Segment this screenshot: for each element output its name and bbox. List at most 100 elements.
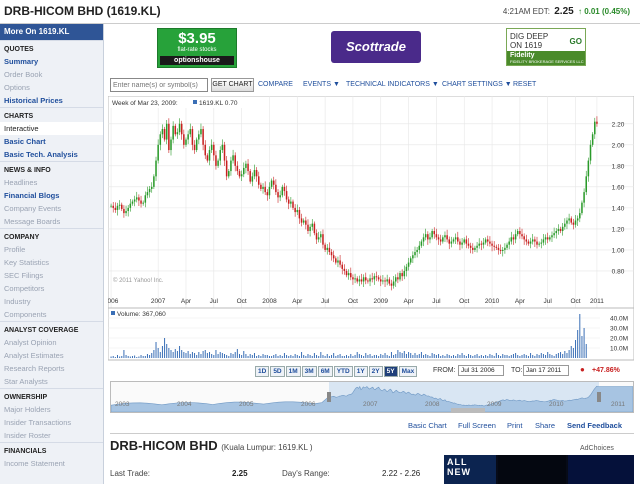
candle-body [531,239,534,242]
scottrade-ad[interactable]: Scottrade [331,31,421,63]
volume-bar [226,355,228,358]
volume-bar [568,350,570,358]
candle-body [332,255,335,259]
sidebar-item[interactable]: Financial Blogs [0,189,103,202]
candle-body [127,207,129,212]
sidebar-item[interactable]: Options [0,81,103,94]
bottom-ad[interactable]: ALL NEW [444,455,634,484]
events-menu[interactable]: EVENTS ▼ [303,81,340,88]
sidebar-item[interactable]: Order Book [0,68,103,81]
volume-bar [440,356,442,358]
volume-bar [538,355,540,358]
candle-body [138,197,140,201]
sidebar-item[interactable]: Headlines [0,176,103,189]
range-navigator[interactable]: 2003 2004 2005 2006 2007 2008 2009 2010 2011 [110,381,634,413]
chart-settings-menu[interactable]: CHART SETTINGS ▼ [442,81,512,88]
range-button[interactable]: 2Y [368,366,383,377]
sidebar-item[interactable]: Competitors [0,282,103,295]
sidebar-item[interactable]: Message Boards [0,215,103,228]
share-link[interactable]: Share [535,421,555,430]
sidebar-item[interactable]: Research Reports [0,362,103,375]
left-handle[interactable] [327,392,331,402]
sidebar-item[interactable]: SEC Filings [0,269,103,282]
sidebar-item[interactable]: Analyst Estimates [0,349,103,362]
range-button[interactable]: 5Y [383,366,398,377]
range-button[interactable]: 1M [285,366,301,377]
sidebar-item[interactable]: Major Holders [0,403,103,416]
candle-body [358,279,361,282]
symbol-search-input[interactable] [110,78,208,92]
sidebar-item[interactable]: Income Statement [0,457,103,470]
volume-bar [363,356,365,358]
candle-body [255,170,258,177]
volume-bar [110,356,112,358]
full-screen-link[interactable]: Full Screen [458,421,496,430]
sidebar-item[interactable]: Key Statistics [0,256,103,269]
candle-body [277,192,279,198]
candle-body [202,129,204,145]
volume-bar [459,355,461,358]
volume-bar [487,356,489,358]
range-button[interactable]: 1Y [353,366,368,377]
volume-bar [211,354,213,358]
range-button[interactable]: 1D [255,366,270,377]
candle-body [131,201,134,204]
range-button[interactable]: 5D [270,366,285,377]
sidebar-item[interactable]: Insider Transactions [0,416,103,429]
volume-bar [378,356,380,358]
sidebar-item[interactable]: Insider Roster [0,429,103,442]
candle-body [551,235,553,238]
send-feedback-link[interactable]: Send Feedback [567,421,622,430]
range-button[interactable]: YTD [333,366,353,377]
sidebar-item[interactable]: Analyst Opinion [0,336,103,349]
compare-menu[interactable]: COMPARE [258,81,293,88]
candle-body [463,239,465,243]
right-handle[interactable] [597,392,601,402]
fidelity-ad[interactable]: DIG DEEP ON 1619 GO Fidelity FIDELITY BR… [506,28,586,66]
volume-bar [153,350,155,358]
from-label: FROM: [433,367,456,374]
ad-go-button[interactable]: GO [570,37,582,46]
basic-chart-link[interactable]: Basic Chart [408,421,447,430]
adchoices-link[interactable]: AdChoices [580,445,614,452]
candle-body [504,247,506,250]
candle-body [414,252,416,256]
candle-body [215,155,217,166]
range-button[interactable]: 6M [317,366,333,377]
sidebar-item[interactable]: Interactive [0,122,103,135]
candle-body [322,234,324,245]
sidebar-item[interactable]: Industry [0,295,103,308]
optionshouse-ad[interactable]: $3.95 flat-rate stocks optionshouse [157,28,237,68]
to-date-input[interactable]: Jan 17 2011 [523,365,569,376]
get-chart-button[interactable]: GET CHART [211,78,254,92]
sidebar-more-on[interactable]: More On 1619.KL [0,24,103,40]
print-link[interactable]: Print [507,421,522,430]
x-tick-label: Jul [544,298,553,305]
volume-bar [506,355,508,358]
volume-bar [262,354,264,358]
candle-body [476,245,478,248]
scroll-thumb[interactable] [451,408,485,412]
range-button[interactable]: Max [398,366,418,377]
sidebar-item[interactable]: Profile [0,243,103,256]
sidebar-item[interactable]: Basic Tech. Analysis [0,148,103,161]
technical-indicators-menu[interactable]: TECHNICAL INDICATORS ▼ [346,81,439,88]
candle-body [345,270,348,276]
candle-body [253,170,256,177]
from-date-input[interactable]: Jul 31 2006 [458,365,504,376]
volume-bar [365,353,367,358]
sidebar-item[interactable]: Company Events [0,202,103,215]
candle-body [144,195,147,203]
range-button[interactable]: 3M [301,366,317,377]
volume-bar [138,356,140,358]
sidebar-item[interactable]: Star Analysts [0,375,103,388]
candle-body [247,163,249,172]
volume-tick-label: 10.0M [610,346,628,353]
sidebar-item[interactable]: Summary [0,55,103,68]
reset-button[interactable]: RESET [513,81,536,88]
candle-body [561,226,564,232]
sidebar-item[interactable]: Historical Prices [0,94,103,107]
sidebar-item[interactable]: Basic Chart [0,135,103,148]
volume-bar [303,355,305,358]
sidebar-item[interactable]: Components [0,308,103,321]
